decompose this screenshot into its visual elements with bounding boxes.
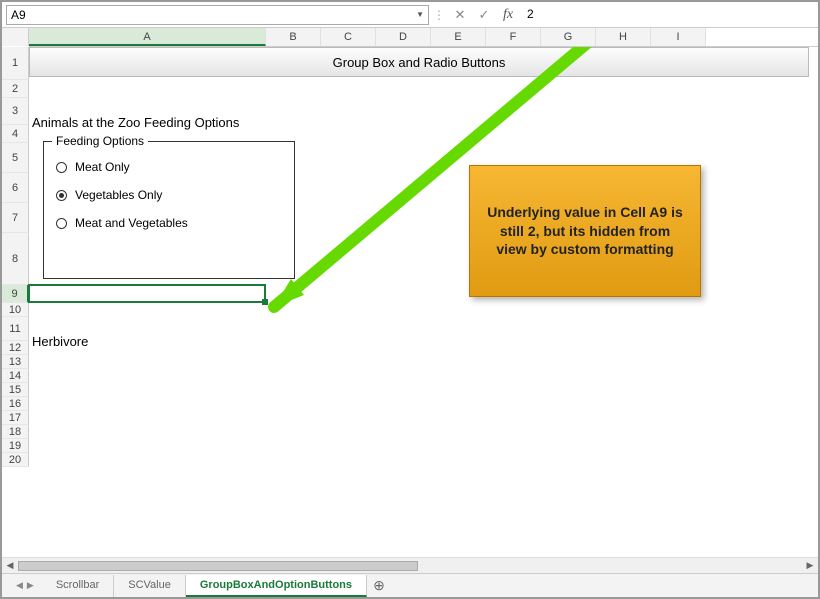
excel-window: A9 ▼ ⋮ ✕ ✓ fx 2 ABCDEFGHI 12345678910111…: [0, 0, 820, 599]
row-header-4[interactable]: 4: [2, 125, 29, 143]
col-header-B[interactable]: B: [266, 28, 321, 46]
select-all-corner[interactable]: [2, 28, 29, 46]
row-header-13[interactable]: 13: [2, 355, 29, 369]
cells-area[interactable]: Group Box and Radio Buttons Animals at t…: [29, 47, 818, 467]
col-header-D[interactable]: D: [376, 28, 431, 46]
col-header-E[interactable]: E: [431, 28, 486, 46]
row-header-10[interactable]: 10: [2, 303, 29, 317]
formula-bar: A9 ▼ ⋮ ✕ ✓ fx 2: [2, 2, 818, 28]
scroll-left-icon[interactable]: ◀: [2, 560, 18, 571]
row-header-9[interactable]: 9: [2, 285, 29, 303]
title-band: Group Box and Radio Buttons: [29, 47, 809, 77]
row-header-14[interactable]: 14: [2, 369, 29, 383]
callout-text: Underlying value in Cell A9 is still 2, …: [484, 203, 686, 260]
col-header-F[interactable]: F: [486, 28, 541, 46]
radio-option-1[interactable]: Vegetables Only: [56, 188, 282, 202]
scroll-track[interactable]: [18, 560, 802, 572]
row-header-17[interactable]: 17: [2, 411, 29, 425]
row-header-7[interactable]: 7: [2, 203, 29, 233]
radio-label: Meat Only: [75, 160, 130, 174]
col-header-I[interactable]: I: [651, 28, 706, 46]
row-header-20[interactable]: 20: [2, 453, 29, 467]
row-header-2[interactable]: 2: [2, 80, 29, 98]
annotation-callout: Underlying value in Cell A9 is still 2, …: [469, 165, 701, 297]
new-sheet-button[interactable]: ⊕: [367, 577, 391, 594]
nav-left-icon[interactable]: ◀: [16, 580, 23, 591]
group-box-label: Feeding Options: [52, 134, 148, 148]
radio-icon: [56, 190, 67, 201]
row-headers: 1234567891011121314151617181920: [2, 47, 29, 467]
separator: ⋮: [431, 8, 447, 22]
name-box-dropdown-icon[interactable]: ▼: [416, 10, 424, 19]
sheet-tab-scrollbar[interactable]: Scrollbar: [42, 575, 114, 597]
row-header-12[interactable]: 12: [2, 341, 29, 355]
scroll-right-icon[interactable]: ▶: [802, 560, 818, 571]
name-box-value: A9: [11, 8, 26, 22]
radio-label: Meat and Vegetables: [75, 216, 188, 230]
row-header-5[interactable]: 5: [2, 143, 29, 173]
horizontal-scrollbar[interactable]: ◀ ▶: [2, 557, 818, 573]
name-box[interactable]: A9 ▼: [6, 5, 429, 25]
col-header-A[interactable]: A: [29, 28, 266, 46]
row-header-16[interactable]: 16: [2, 397, 29, 411]
col-header-G[interactable]: G: [541, 28, 596, 46]
cancel-icon[interactable]: ✕: [449, 6, 471, 24]
row-header-18[interactable]: 18: [2, 425, 29, 439]
sheet-tabs: ◀ ▶ ScrollbarSCValueGroupBoxAndOptionBut…: [2, 573, 818, 597]
scroll-thumb[interactable]: [18, 561, 418, 571]
radio-option-2[interactable]: Meat and Vegetables: [56, 216, 282, 230]
row-header-19[interactable]: 19: [2, 439, 29, 453]
row-header-8[interactable]: 8: [2, 233, 29, 285]
nav-right-icon[interactable]: ▶: [27, 580, 34, 591]
enter-icon[interactable]: ✓: [473, 6, 495, 24]
radio-icon: [56, 162, 67, 173]
row-header-6[interactable]: 6: [2, 173, 29, 203]
sheet-tab-groupboxandoptionbuttons[interactable]: GroupBoxAndOptionButtons: [186, 575, 367, 597]
row-header-1[interactable]: 1: [2, 47, 29, 80]
col-header-H[interactable]: H: [596, 28, 651, 46]
fx-icon[interactable]: fx: [497, 6, 519, 24]
radio-label: Vegetables Only: [75, 188, 162, 202]
radio-option-0[interactable]: Meat Only: [56, 160, 282, 174]
group-box-feeding-options: Feeding Options Meat OnlyVegetables Only…: [43, 141, 295, 279]
spreadsheet-grid: ABCDEFGHI 123456789101112131415161718192…: [2, 28, 818, 467]
fill-handle[interactable]: [262, 299, 268, 305]
col-header-C[interactable]: C: [321, 28, 376, 46]
radio-icon: [56, 218, 67, 229]
result-cell-a11: Herbivore: [32, 334, 88, 349]
title-band-text: Group Box and Radio Buttons: [333, 55, 506, 70]
section-heading: Animals at the Zoo Feeding Options: [32, 115, 239, 130]
column-headers: ABCDEFGHI: [29, 28, 818, 47]
formula-value[interactable]: 2: [521, 5, 814, 25]
tab-nav[interactable]: ◀ ▶: [8, 580, 42, 591]
selection-rectangle: [28, 284, 266, 303]
row-header-3[interactable]: 3: [2, 98, 29, 125]
row-header-15[interactable]: 15: [2, 383, 29, 397]
row-header-11[interactable]: 11: [2, 317, 29, 341]
sheet-tab-scvalue[interactable]: SCValue: [114, 575, 186, 597]
